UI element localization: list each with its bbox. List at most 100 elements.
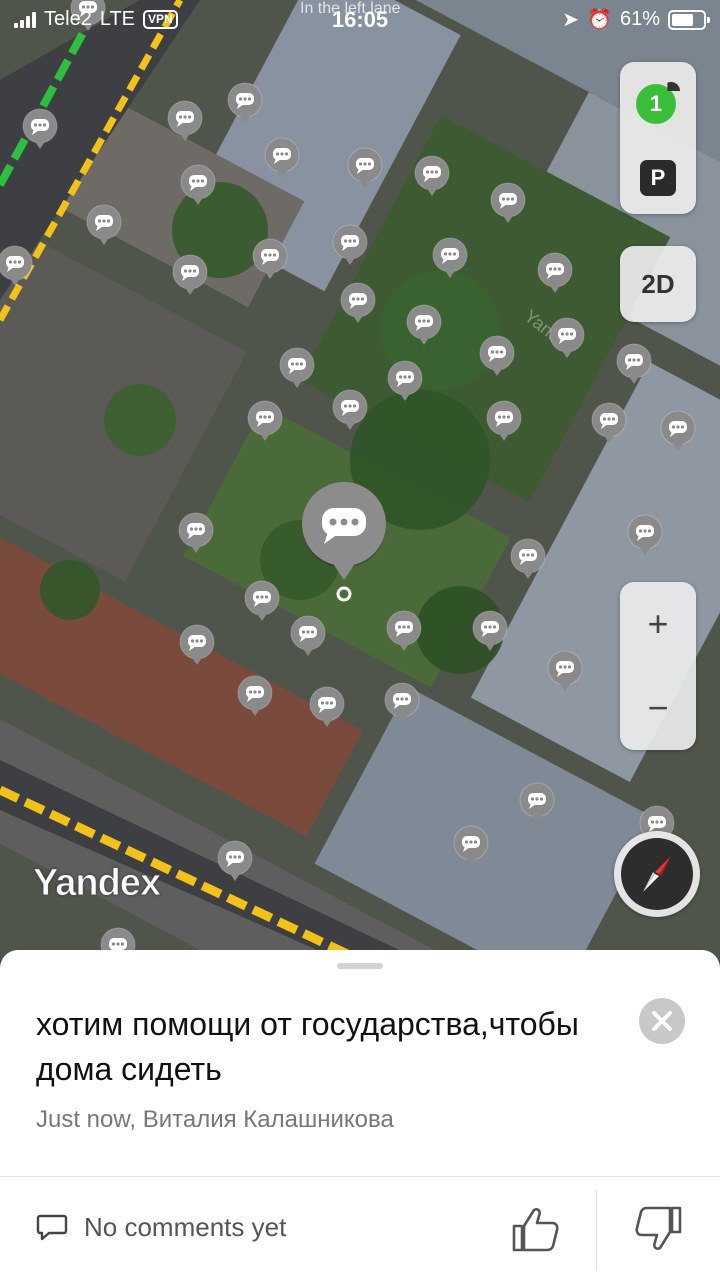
chat-bubble-icon — [309, 686, 345, 727]
comments-link[interactable]: No comments yet — [36, 1212, 286, 1243]
comment-marker[interactable] — [264, 137, 300, 179]
close-button[interactable] — [639, 998, 685, 1044]
chat-bubble-icon — [347, 147, 383, 188]
compass-button[interactable] — [614, 831, 700, 917]
comment-marker[interactable] — [178, 512, 214, 554]
map-view[interactable]: In the left lane Yandex 1 P 2D + − — [0, 0, 720, 960]
status-bar: Tele2 LTE VPN 16:05 ➤ ⏰ 61% — [0, 0, 720, 38]
comment-marker[interactable] — [432, 237, 468, 279]
comment-meta: Just now, Виталия Калашникова — [36, 1106, 394, 1133]
comment-marker[interactable] — [591, 402, 627, 444]
comment-marker[interactable] — [472, 610, 508, 652]
chat-bubble-icon — [180, 164, 216, 205]
thumbs-up-icon — [512, 1208, 559, 1252]
dislike-button[interactable] — [632, 1202, 686, 1256]
comment-marker[interactable] — [244, 580, 280, 622]
chat-bubble-icon — [244, 580, 280, 621]
sheet-drag-handle[interactable] — [337, 963, 383, 969]
comment-marker[interactable] — [279, 347, 315, 389]
chat-bubble-icon — [332, 389, 368, 430]
selected-comment-marker[interactable] — [300, 482, 388, 602]
like-button[interactable] — [508, 1202, 562, 1256]
map-layers-panel: 1 P — [620, 62, 696, 214]
chat-bubble-icon — [227, 82, 263, 123]
comment-marker[interactable] — [510, 538, 546, 580]
comment-marker[interactable] — [227, 82, 263, 124]
chat-bubble-icon — [591, 402, 627, 443]
chat-bubble-icon — [519, 782, 555, 823]
comment-marker[interactable] — [180, 164, 216, 206]
chat-bubble-icon — [252, 238, 288, 279]
chat-bubble-icon — [549, 317, 585, 358]
comments-label: No comments yet — [84, 1212, 287, 1242]
comment-marker[interactable] — [519, 782, 555, 824]
comment-marker[interactable] — [0, 245, 33, 287]
chat-bubble-icon — [279, 347, 315, 388]
yandex-logo: Yandex — [32, 862, 161, 905]
comment-marker[interactable] — [490, 182, 526, 224]
chat-bubble-icon — [264, 137, 300, 178]
comment-marker[interactable] — [179, 624, 215, 666]
chat-bubble-icon — [178, 512, 214, 553]
comment-marker[interactable] — [406, 304, 442, 346]
comment-marker[interactable] — [332, 224, 368, 266]
chat-bubble-icon — [290, 615, 326, 656]
comment-marker[interactable] — [414, 155, 450, 197]
chat-bubble-icon — [179, 624, 215, 665]
comment-marker[interactable] — [387, 360, 423, 402]
comment-marker[interactable] — [486, 400, 522, 442]
chat-bubble-icon — [547, 650, 583, 691]
comment-marker[interactable] — [290, 615, 326, 657]
chat-bubble-icon — [22, 108, 58, 149]
comment-marker[interactable] — [340, 282, 376, 324]
comment-text: хотим помощи от государства,чтобы дома с… — [36, 1006, 579, 1087]
battery-icon — [668, 9, 710, 30]
comment-marker[interactable] — [347, 147, 383, 189]
comment-marker[interactable] — [547, 650, 583, 692]
close-icon — [652, 1011, 672, 1031]
comment-marker[interactable] — [332, 389, 368, 431]
comment-marker[interactable] — [309, 686, 345, 728]
comment-marker[interactable] — [252, 238, 288, 280]
traffic-button[interactable]: 1 — [636, 84, 676, 124]
location-arrow-icon: ➤ — [562, 9, 580, 31]
comment-marker[interactable] — [384, 682, 420, 724]
comment-marker[interactable] — [172, 254, 208, 296]
chat-bubble-icon — [453, 825, 489, 866]
comment-marker[interactable] — [549, 317, 585, 359]
comment-marker[interactable] — [627, 514, 663, 556]
chat-bubble-icon — [217, 840, 253, 881]
comment-sheet: хотим помощи от государства,чтобы дома с… — [0, 950, 720, 1280]
comment-marker[interactable] — [22, 108, 58, 150]
comment-marker[interactable] — [660, 410, 696, 452]
chat-bubble-icon — [387, 360, 423, 401]
divider — [0, 1176, 720, 1177]
chat-bubble-icon — [406, 304, 442, 345]
zoom-in-button[interactable]: + — [620, 582, 696, 666]
chat-bubble-icon — [627, 514, 663, 555]
comment-marker[interactable] — [167, 100, 203, 142]
chat-bubble-icon — [479, 335, 515, 376]
comment-marker[interactable] — [237, 675, 273, 717]
zoom-controls: + − — [620, 582, 696, 750]
comment-marker[interactable] — [386, 610, 422, 652]
view-mode-button[interactable]: 2D — [620, 246, 696, 322]
separator — [596, 1190, 597, 1270]
comment-marker[interactable] — [86, 204, 122, 246]
comment-marker[interactable] — [479, 335, 515, 377]
chat-bubble-icon — [247, 400, 283, 441]
comment-marker[interactable] — [616, 343, 652, 385]
comment-marker[interactable] — [247, 400, 283, 442]
chat-bubble-icon — [510, 538, 546, 579]
parking-button[interactable]: P — [640, 160, 676, 196]
chat-bubble-icon — [472, 610, 508, 651]
chat-bubble-icon — [616, 343, 652, 384]
comment-marker[interactable] — [217, 840, 253, 882]
zoom-out-button[interactable]: − — [620, 666, 696, 750]
comment-icon — [36, 1214, 68, 1240]
comment-marker[interactable] — [453, 825, 489, 867]
chat-bubble-icon — [86, 204, 122, 245]
comment-marker[interactable] — [537, 252, 573, 294]
chat-bubble-icon — [384, 682, 420, 723]
chat-bubble-icon — [340, 282, 376, 323]
